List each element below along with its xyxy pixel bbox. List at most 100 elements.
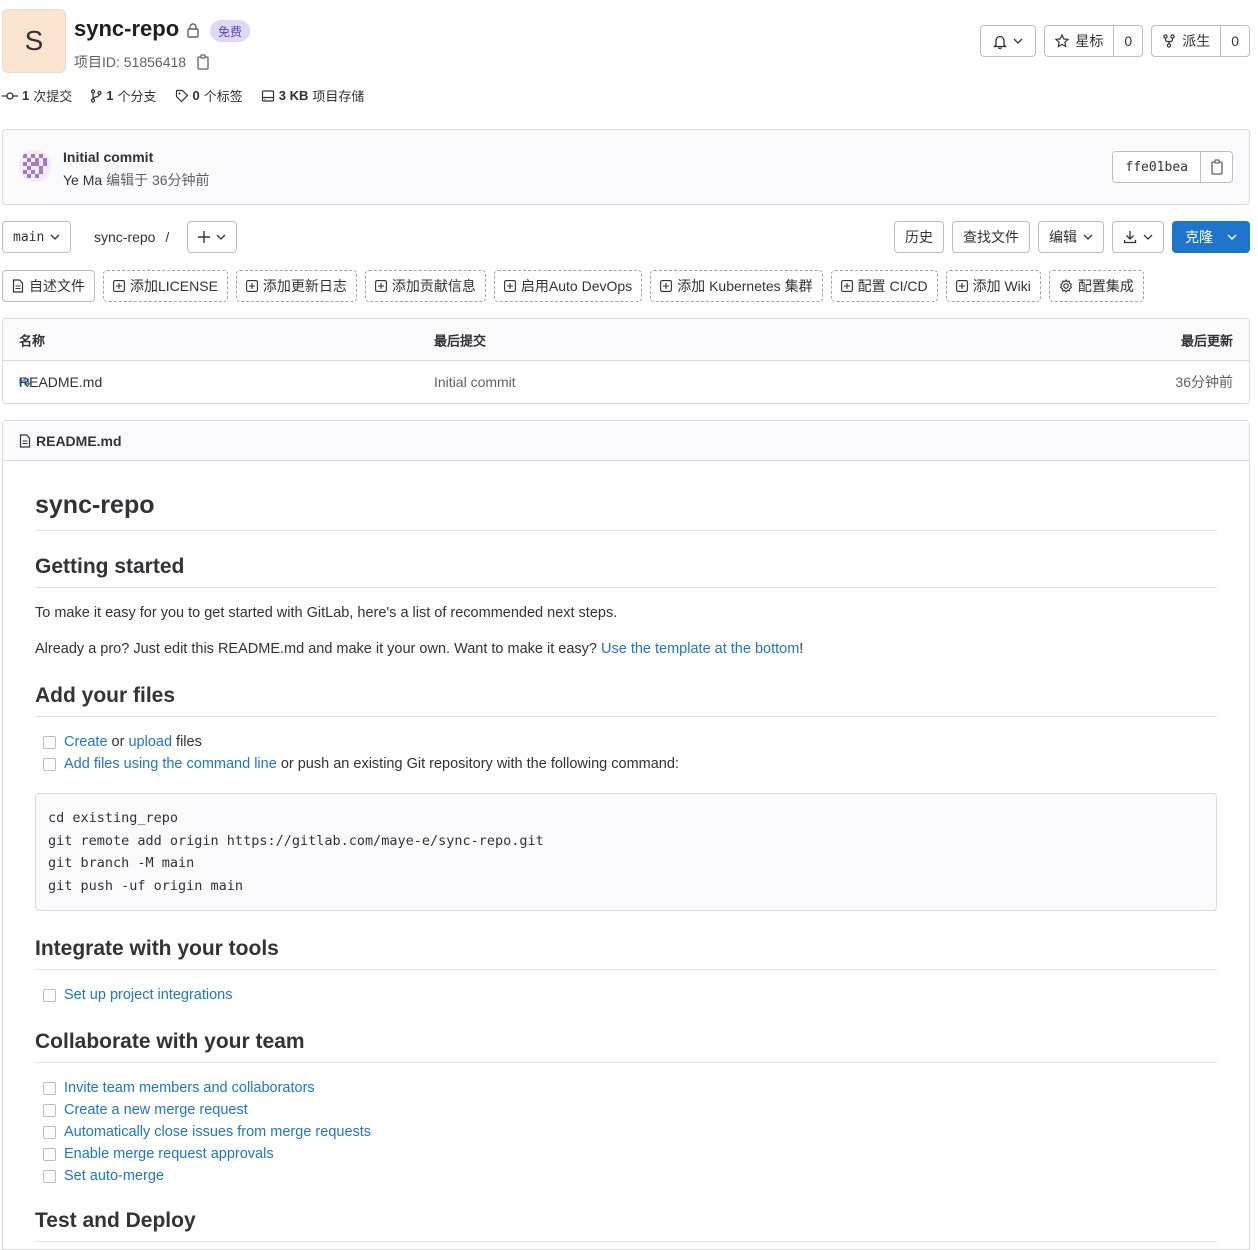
configure-integrations-button[interactable]: 配置集成 bbox=[1048, 270, 1144, 302]
branches-stat[interactable]: 1 个分支 bbox=[90, 86, 157, 105]
plus-square-icon bbox=[245, 280, 258, 292]
task-list: Create or upload files Add files using t… bbox=[35, 731, 1217, 775]
header-last-update: 最后更新 bbox=[1180, 333, 1233, 348]
paragraph: Already a pro? Just edit this README.md … bbox=[35, 638, 1217, 660]
fork-count[interactable]: 0 bbox=[1220, 26, 1249, 56]
list-item: Set auto-merge bbox=[43, 1165, 1217, 1187]
quick-actions: 自述文件 添加LICENSE 添加更新日志 添加贡献信息 启用Auto DevO… bbox=[2, 270, 1144, 302]
task-checkbox[interactable] bbox=[43, 1147, 56, 1161]
task-list: Set up project integrations bbox=[35, 984, 1217, 1006]
plus-square-icon bbox=[503, 280, 516, 292]
add-wiki-button[interactable]: 添加 Wiki bbox=[945, 270, 1041, 302]
file-name[interactable]: README.md bbox=[19, 374, 102, 390]
merge-request-link[interactable]: Create a new merge request bbox=[64, 1099, 248, 1121]
list-item: Add files using the command line or push… bbox=[43, 753, 1217, 775]
notification-button[interactable] bbox=[980, 25, 1037, 57]
file-table: 名称 最后提交 最后更新 README.md Initial commit 36… bbox=[2, 318, 1250, 404]
add-license-label: 添加LICENSE bbox=[130, 278, 218, 294]
find-file-button[interactable]: 查找文件 bbox=[952, 221, 1030, 253]
task-checkbox[interactable] bbox=[43, 1169, 56, 1183]
storage-label: 项目存储 bbox=[312, 89, 365, 104]
star-count[interactable]: 0 bbox=[1113, 26, 1142, 56]
project-avatar[interactable]: S bbox=[2, 9, 66, 73]
fork-label: 派生 bbox=[1182, 33, 1211, 49]
command-line-link[interactable]: Add files using the command line bbox=[64, 756, 277, 772]
readme-header: README.md bbox=[3, 421, 1249, 461]
storage-stat[interactable]: 3 KB 项目存储 bbox=[261, 86, 365, 105]
task-checkbox[interactable] bbox=[43, 1081, 56, 1095]
commit-author[interactable]: Ye Ma bbox=[63, 172, 102, 188]
tags-stat[interactable]: 0 个标签 bbox=[175, 86, 243, 105]
fork-button[interactable]: 派生 bbox=[1152, 26, 1220, 56]
file-icon bbox=[12, 279, 24, 293]
breadcrumb-repo[interactable]: sync-repo bbox=[94, 229, 155, 245]
configure-cicd-button[interactable]: 配置 CI/CD bbox=[830, 270, 938, 302]
upload-link[interactable]: upload bbox=[128, 734, 172, 750]
plus-square-icon bbox=[113, 280, 125, 292]
branch-selector[interactable]: main bbox=[2, 221, 72, 253]
create-link[interactable]: Create bbox=[64, 734, 108, 750]
branches-count: 1 bbox=[106, 88, 114, 103]
readme-panel: README.md sync-repo Getting started To m… bbox=[2, 420, 1250, 1250]
add-changelog-button[interactable]: 添加更新日志 bbox=[235, 270, 357, 302]
project-id-label: 项目ID: 51856418 bbox=[74, 54, 187, 70]
breadcrumb: sync-repo / bbox=[94, 229, 169, 245]
clone-button[interactable]: 克隆 bbox=[1172, 221, 1250, 253]
code-block[interactable]: cd existing_repo git remote add origin h… bbox=[35, 793, 1217, 911]
task-checkbox[interactable] bbox=[43, 988, 56, 1002]
add-file-button[interactable] bbox=[187, 221, 237, 253]
invite-members-link[interactable]: Invite team members and collaborators bbox=[64, 1077, 315, 1099]
add-license-button[interactable]: 添加LICENSE bbox=[103, 270, 228, 302]
plus-square-icon bbox=[955, 280, 968, 292]
copy-icon[interactable] bbox=[196, 54, 210, 70]
commits-count: 1 bbox=[22, 88, 30, 103]
add-kubernetes-button[interactable]: 添加 Kubernetes 集群 bbox=[650, 270, 823, 302]
chevron-down-icon bbox=[216, 234, 226, 240]
copy-sha-button[interactable] bbox=[1200, 152, 1232, 182]
paragraph-text: ! bbox=[799, 641, 804, 657]
template-link[interactable]: Use the template at the bottom bbox=[601, 641, 799, 657]
commit-title[interactable]: Initial commit bbox=[63, 149, 153, 165]
task-checkbox[interactable] bbox=[43, 1125, 56, 1139]
tags-label: 个标签 bbox=[203, 89, 243, 104]
chevron-down-icon bbox=[1143, 234, 1153, 240]
commit-time: 编辑于 36分钟前 bbox=[106, 172, 210, 188]
commits-stat[interactable]: 1 次提交 bbox=[2, 86, 72, 105]
close-issues-link[interactable]: Automatically close issues from merge re… bbox=[64, 1121, 371, 1143]
storage-size: 3 KB bbox=[278, 88, 309, 103]
project-title[interactable]: sync-repo bbox=[74, 16, 179, 42]
add-contributing-button[interactable]: 添加贡献信息 bbox=[364, 270, 486, 302]
edit-button[interactable]: 编辑 bbox=[1038, 221, 1104, 253]
branch-name: main bbox=[13, 229, 45, 245]
task-checkbox[interactable] bbox=[43, 1103, 56, 1117]
history-button[interactable]: 历史 bbox=[894, 221, 944, 253]
section-getting-started: Getting started bbox=[35, 555, 1217, 588]
file-last-commit[interactable]: Initial commit bbox=[434, 374, 516, 390]
repo-nav: main sync-repo / 历史 查找文件 编辑 克隆 bbox=[2, 221, 1250, 253]
approvals-link[interactable]: Enable merge request approvals bbox=[64, 1143, 274, 1165]
list-item: Set up project integrations bbox=[43, 984, 1217, 1006]
table-row[interactable]: README.md Initial commit 36分钟前 bbox=[3, 361, 1249, 403]
readme-button[interactable]: 自述文件 bbox=[2, 270, 95, 302]
tag-icon bbox=[175, 89, 189, 103]
section-integrate: Integrate with your tools bbox=[35, 937, 1217, 970]
task-checkbox[interactable] bbox=[43, 757, 56, 771]
project-id: 项目ID: 51856418 bbox=[74, 52, 210, 72]
readme-filename[interactable]: README.md bbox=[36, 433, 122, 449]
section-test-deploy: Test and Deploy bbox=[35, 1209, 1217, 1242]
integrations-link[interactable]: Set up project integrations bbox=[64, 984, 232, 1006]
header-name: 名称 bbox=[19, 333, 46, 348]
commit-meta: Ye Ma 编辑于 36分钟前 bbox=[63, 170, 210, 190]
list-text: or push an existing Git repository with … bbox=[276, 756, 679, 772]
task-checkbox[interactable] bbox=[43, 735, 56, 749]
branch-icon bbox=[90, 88, 102, 103]
chevron-down-icon bbox=[1083, 234, 1093, 240]
add-changelog-label: 添加更新日志 bbox=[262, 278, 347, 294]
author-avatar[interactable] bbox=[19, 150, 51, 182]
commit-sha[interactable]: ffe01bea bbox=[1113, 152, 1200, 182]
task-list: Invite team members and collaborators Cr… bbox=[35, 1077, 1217, 1187]
star-button[interactable]: 星标 bbox=[1045, 26, 1113, 56]
enable-auto-devops-button[interactable]: 启用Auto DevOps bbox=[493, 270, 643, 302]
auto-merge-link[interactable]: Set auto-merge bbox=[64, 1165, 164, 1187]
download-button[interactable] bbox=[1112, 221, 1164, 253]
